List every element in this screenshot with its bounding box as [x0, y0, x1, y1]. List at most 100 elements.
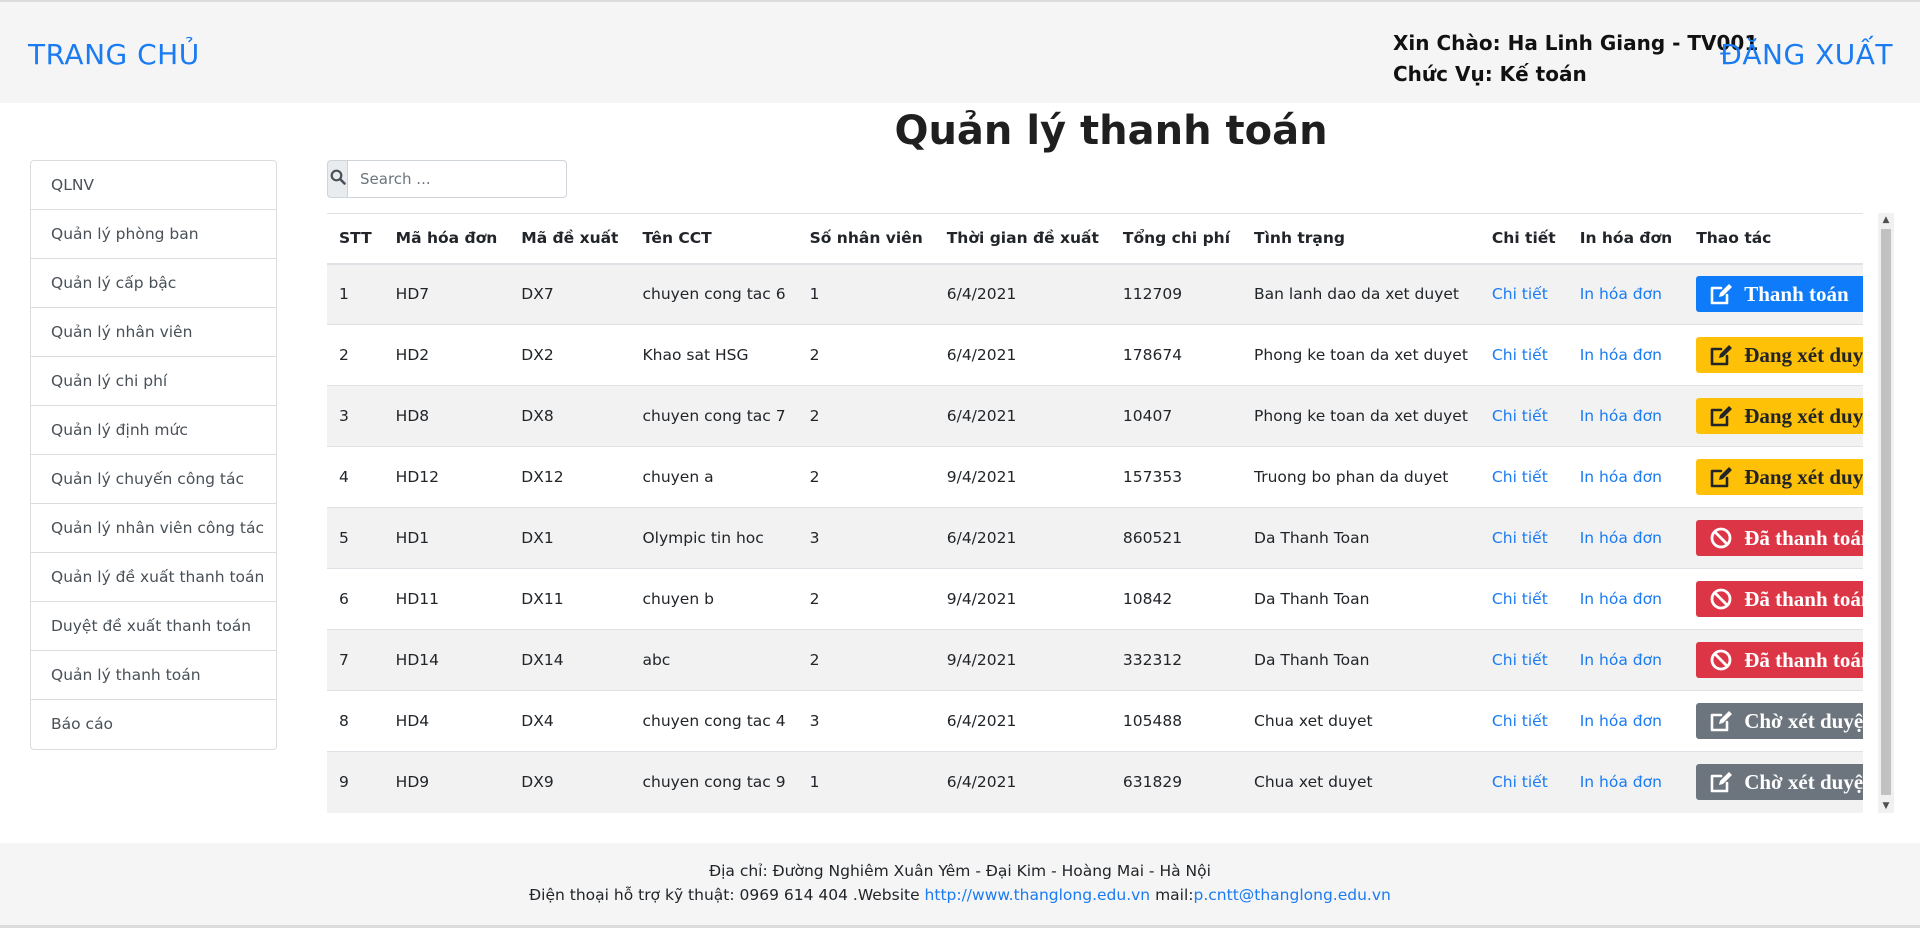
invoice-code: HD12: [383, 446, 510, 508]
staff-count: 2: [797, 446, 935, 508]
print-cell: In hóa đơn: [1567, 446, 1685, 508]
print-invoice-link[interactable]: In hóa đơn: [1580, 712, 1662, 730]
action-button[interactable]: Chờ xét duyệt: [1696, 764, 1863, 801]
action-button[interactable]: Chờ xét duyệt: [1696, 703, 1863, 739]
status-text: Chua xet duyet: [1242, 751, 1480, 813]
vertical-scrollbar[interactable]: ▲ ▼: [1878, 213, 1894, 813]
sidebar-item[interactable]: Quản lý đề xuất thanh toán: [31, 553, 276, 602]
scroll-down-arrow-icon[interactable]: ▼: [1878, 799, 1894, 813]
table-body: 1 HD7 DX7 chuyen cong tac 6 1 6/4/2021 112709 B…: [327, 263, 1863, 813]
detail-link[interactable]: Chi tiết: [1492, 773, 1548, 791]
table-row: 6 HD11 DX11 chuyen b 2 9/4/2021 10842 Da Thanh …: [327, 568, 1863, 630]
proposal-code: DX8: [509, 385, 631, 447]
detail-link[interactable]: Chi tiết: [1492, 346, 1548, 364]
sidebar-item[interactable]: Báo cáo: [31, 700, 276, 749]
action-button[interactable]: Đang xét duyệt: [1696, 459, 1863, 495]
sidebar-item[interactable]: Quản lý chuyến công tác: [31, 455, 276, 504]
status-text: Da Thanh Toan: [1242, 629, 1480, 691]
action-label: Đang xét duyệt: [1744, 342, 1863, 367]
detail-link[interactable]: Chi tiết: [1492, 651, 1548, 669]
print-cell: In hóa đơn: [1567, 263, 1685, 325]
page-title: Quản lý thanh toán: [894, 108, 1328, 154]
staff-count: 1: [797, 751, 935, 813]
sidebar-item[interactable]: Quản lý chi phí: [31, 357, 276, 406]
search-button[interactable]: [327, 160, 347, 198]
trip-name: chuyen cong tac 6: [630, 263, 798, 325]
column-header: Tổng chi phí: [1110, 213, 1243, 265]
invoice-code: HD11: [383, 568, 510, 630]
detail-link[interactable]: Chi tiết: [1492, 590, 1548, 608]
print-invoice-link[interactable]: In hóa đơn: [1580, 346, 1662, 364]
print-cell: In hóa đơn: [1567, 507, 1685, 569]
row-number: 9: [327, 751, 384, 813]
detail-cell: Chi tiết: [1479, 263, 1568, 325]
sidebar-item[interactable]: Quản lý định mức: [31, 406, 276, 455]
staff-count: 3: [797, 690, 935, 752]
column-header: Thời gian đề xuất: [934, 213, 1111, 265]
print-invoice-link[interactable]: In hóa đơn: [1580, 773, 1662, 791]
detail-link[interactable]: Chi tiết: [1492, 285, 1548, 303]
detail-link[interactable]: Chi tiết: [1492, 468, 1548, 486]
home-link[interactable]: TRANG CHỦ: [28, 38, 200, 71]
action-button[interactable]: Đang xét duyệt: [1696, 337, 1863, 373]
sidebar-item[interactable]: Quản lý thanh toán: [31, 651, 276, 700]
action-cell: Đang xét duyệt: [1684, 446, 1863, 508]
staff-count: 2: [797, 568, 935, 630]
greeting-name: Xin Chào: Ha Linh Giang - TV001: [1393, 31, 1759, 55]
action-button[interactable]: Đã thanh toán: [1696, 581, 1863, 617]
column-header: Mã đề xuất: [509, 213, 631, 265]
column-header: Tình trạng: [1242, 213, 1480, 265]
scroll-thumb[interactable]: [1881, 229, 1891, 795]
ban-icon: [1708, 586, 1734, 612]
action-label: Đang xét duyệt: [1744, 464, 1863, 489]
sidebar-item[interactable]: Duyệt đề xuất thanh toán: [31, 602, 276, 651]
status-text: Phong ke toan da xet duyet: [1242, 324, 1480, 386]
action-button[interactable]: Đã thanh toán: [1696, 642, 1863, 678]
trip-name: Olympic tin hoc: [630, 507, 798, 569]
edit-icon: [1708, 769, 1734, 795]
trip-name: abc: [630, 629, 798, 691]
row-number: 3: [327, 385, 384, 447]
trip-name: chuyen cong tac 7: [630, 385, 798, 447]
sidebar-item[interactable]: QLNV: [31, 161, 276, 210]
print-cell: In hóa đơn: [1567, 751, 1685, 813]
print-invoice-link[interactable]: In hóa đơn: [1580, 590, 1662, 608]
table-row: 7 HD14 DX14 abc 2 9/4/2021 332312 Da Thanh Toan…: [327, 629, 1863, 691]
detail-link[interactable]: Chi tiết: [1492, 407, 1548, 425]
print-invoice-link[interactable]: In hóa đơn: [1580, 407, 1662, 425]
row-number: 7: [327, 629, 384, 691]
logout-link[interactable]: ĐĂNG XUẤT: [1720, 38, 1893, 71]
footer-address: Địa chỉ: Đường Nghiêm Xuân Yêm - Đại Kim…: [709, 862, 1211, 880]
action-label: Đã thanh toán: [1744, 647, 1863, 672]
sidebar-item[interactable]: Quản lý nhân viên công tác: [31, 504, 276, 553]
sidebar-item[interactable]: Quản lý cấp bậc: [31, 259, 276, 308]
detail-cell: Chi tiết: [1479, 385, 1568, 447]
action-button[interactable]: Đã thanh toán: [1696, 520, 1863, 556]
scroll-up-arrow-icon[interactable]: ▲: [1878, 213, 1894, 227]
detail-link[interactable]: Chi tiết: [1492, 712, 1548, 730]
status-text: Phong ke toan da xet duyet: [1242, 385, 1480, 447]
footer-website-link[interactable]: http://www.thanglong.edu.vn: [925, 886, 1151, 904]
invoice-code: HD8: [383, 385, 510, 447]
search-input[interactable]: [347, 160, 567, 198]
total-cost: 112709: [1110, 263, 1243, 325]
table-row: 1 HD7 DX7 chuyen cong tac 6 1 6/4/2021 112709 B…: [327, 263, 1863, 325]
print-invoice-link[interactable]: In hóa đơn: [1580, 529, 1662, 547]
sidebar-item[interactable]: Quản lý phòng ban: [31, 210, 276, 259]
detail-link[interactable]: Chi tiết: [1492, 529, 1548, 547]
print-invoice-link[interactable]: In hóa đơn: [1580, 285, 1662, 303]
column-header: Chi tiết: [1479, 213, 1568, 265]
proposal-code: DX9: [509, 751, 631, 813]
column-header: In hóa đơn: [1567, 213, 1685, 265]
row-number: 6: [327, 568, 384, 630]
proposal-code: DX11: [509, 568, 631, 630]
table-row: 5 HD1 DX1 Olympic tin hoc 3 6/4/2021 860521 Da …: [327, 507, 1863, 569]
footer-email-link[interactable]: p.cntt@thanglong.edu.vn: [1194, 886, 1391, 904]
sidebar-item[interactable]: Quản lý nhân viên: [31, 308, 276, 357]
action-button[interactable]: Đang xét duyệt: [1696, 398, 1863, 434]
search-group: [327, 160, 567, 198]
print-invoice-link[interactable]: In hóa đơn: [1580, 468, 1662, 486]
print-invoice-link[interactable]: In hóa đơn: [1580, 651, 1662, 669]
action-button[interactable]: Thanh toán: [1696, 276, 1863, 313]
invoice-code: HD14: [383, 629, 510, 691]
